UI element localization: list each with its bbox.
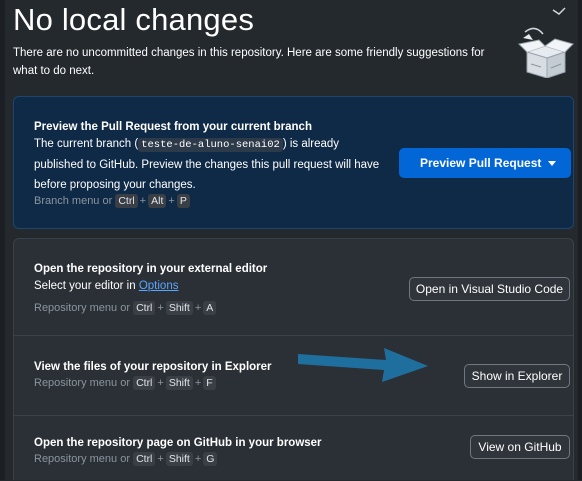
editor-desc-prefix: Select your editor in <box>34 280 136 292</box>
key-g: G <box>203 452 218 466</box>
arrow-annotation <box>298 348 428 382</box>
empty-box-illustration <box>517 7 574 78</box>
editor-description: Select your editor in Options <box>34 276 394 296</box>
github-shortcut-hint: Repository menu or Ctrl + Shift + G <box>34 452 218 466</box>
explorer-title: View the files of your repository in Exp… <box>34 361 272 373</box>
github-row: Open the repository page on GitHub in yo… <box>14 415 573 481</box>
key-ctrl: Ctrl <box>133 376 156 390</box>
key-ctrl: Ctrl <box>133 301 156 315</box>
page-title: No local changes <box>13 2 255 37</box>
pull-request-desc-prefix: The current branch ( <box>34 138 139 150</box>
view-on-github-button[interactable]: View on GitHub <box>470 435 570 459</box>
explorer-row: View the files of your repository in Exp… <box>14 335 573 415</box>
key-ctrl: Ctrl <box>133 452 156 466</box>
no-changes-view: No local changes There are no uncommitte… <box>0 0 582 480</box>
key-ctrl: Ctrl <box>115 194 138 208</box>
key-shift: Shift <box>165 376 193 390</box>
pull-request-description: The current branch (teste-de-aluno-senai… <box>34 134 389 195</box>
show-in-explorer-button[interactable]: Show in Explorer <box>464 364 570 388</box>
key-shift: Shift <box>165 301 193 315</box>
key-shift: Shift <box>165 452 193 466</box>
preview-pull-request-label: Preview Pull Request <box>420 156 542 170</box>
hint-prefix: Branch menu or <box>34 195 113 207</box>
pull-request-title: Preview the Pull Request from your curre… <box>34 121 312 133</box>
key-a: A <box>203 301 217 315</box>
hint-prefix: Repository menu or <box>34 377 130 389</box>
hint-prefix: Repository menu or <box>34 453 130 465</box>
preview-pull-request-button[interactable]: Preview Pull Request <box>399 148 571 178</box>
pull-request-shortcut-hint: Branch menu or Ctrl + Alt + P <box>34 194 190 208</box>
key-p: P <box>176 194 190 208</box>
branch-name: teste-de-aluno-senai02 <box>138 138 283 152</box>
hint-prefix: Repository menu or <box>34 302 130 314</box>
open-in-vscode-button[interactable]: Open in Visual Studio Code <box>409 277 570 301</box>
page-subtitle: There are no uncommitted changes in this… <box>13 47 485 77</box>
chevron-down-icon[interactable] <box>545 156 559 170</box>
options-link[interactable]: Options <box>139 280 179 292</box>
pull-request-card: Preview the Pull Request from your curre… <box>13 96 574 229</box>
editor-title: Open the repository in your external edi… <box>34 263 268 275</box>
github-title: Open the repository page on GitHub in yo… <box>34 437 322 449</box>
actions-card: Open the repository in your external edi… <box>13 238 574 480</box>
window-edge-right <box>578 0 582 480</box>
editor-shortcut-hint: Repository menu or Ctrl + Shift + A <box>34 301 217 315</box>
key-f: F <box>203 376 216 390</box>
key-alt: Alt <box>148 194 167 208</box>
editor-row: Open the repository in your external edi… <box>14 239 573 335</box>
explorer-shortcut-hint: Repository menu or Ctrl + Shift + F <box>34 376 216 390</box>
window-edge-left <box>0 0 5 480</box>
